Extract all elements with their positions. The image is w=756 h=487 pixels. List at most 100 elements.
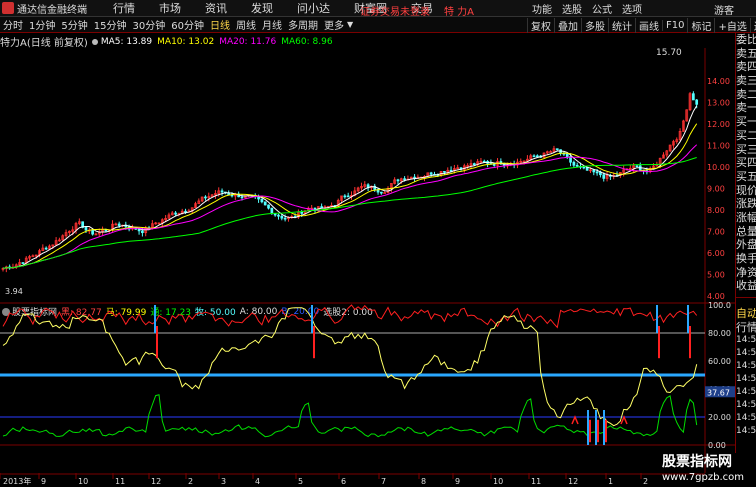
up-arrow-icon <box>571 415 579 425</box>
side-quote[interactable]: 行情 <box>736 321 756 335</box>
side-ask2: 卖二 <box>736 87 756 101</box>
tick-time: 14:56 <box>736 348 756 359</box>
tick-time: 14:56 <box>736 374 756 385</box>
candle-body <box>184 210 187 213</box>
menu-item-discover[interactable]: 发现 <box>239 0 285 16</box>
period-60min[interactable]: 60分钟 <box>168 17 207 32</box>
price-tick-label: 12.00 <box>707 120 730 129</box>
candle-body <box>91 229 94 235</box>
date-tick-label: 5 <box>298 477 303 486</box>
candle-body <box>84 227 88 231</box>
candle-body <box>260 198 264 203</box>
candle-body <box>21 262 25 264</box>
candle-body <box>380 191 383 194</box>
side-bid5: 买五 <box>736 169 756 183</box>
date-tick-label: 9 <box>41 477 46 486</box>
app-logo-icon <box>2 2 14 14</box>
toolbar-multi[interactable]: 多股 <box>581 17 608 33</box>
candle-body <box>44 247 48 250</box>
side-auto[interactable]: 自动 <box>736 307 756 321</box>
candle-body <box>403 178 406 181</box>
candle-body <box>280 215 284 219</box>
right-menu: 功能 选股 公式 选项 <box>532 0 642 17</box>
period-30min[interactable]: 30分钟 <box>129 17 168 32</box>
toolbar-watchlist[interactable]: +自选 <box>714 17 749 33</box>
candle-body <box>343 195 347 198</box>
date-tick-label: 10 <box>493 477 503 486</box>
toolbar-restore[interactable]: 复权 <box>527 17 554 33</box>
period-weekly[interactable]: 周线 <box>233 17 259 32</box>
indicator-green-line <box>2 394 698 438</box>
chevron-down-icon[interactable]: ▼ <box>347 20 353 29</box>
menu-item-formula[interactable]: 公式 <box>592 1 612 16</box>
date-tick-label: 11 <box>115 477 125 486</box>
period-multi[interactable]: 多周期 <box>285 17 321 32</box>
guest-label[interactable]: 游客 <box>714 2 734 17</box>
side-ask4: 卖四 <box>736 60 756 74</box>
side-bid4: 买四 <box>736 156 756 170</box>
menu-item-news[interactable]: 资讯 <box>193 0 239 16</box>
period-5min[interactable]: 5分钟 <box>58 17 90 32</box>
price-tick-label: 4.00 <box>707 292 725 301</box>
period-more[interactable]: 更多 <box>321 17 347 32</box>
candle-body <box>635 165 639 168</box>
side-outer-vol: 外盘 <box>736 238 756 252</box>
indicator-tick-label: 0.00 <box>708 441 726 450</box>
period-monthly[interactable]: 月线 <box>259 17 285 32</box>
date-tick-label: 2 <box>188 477 193 486</box>
price-tick-label: 7.00 <box>707 228 725 237</box>
date-tick-label: 6 <box>341 477 346 486</box>
menu-item-select[interactable]: 选股 <box>562 1 582 16</box>
side-change-pct: 涨幅 <box>736 210 756 224</box>
toolbar-overlay[interactable]: 叠加 <box>554 17 581 33</box>
side-bid1: 买一 <box>736 115 756 129</box>
candle-body <box>582 166 586 169</box>
candle-body <box>572 161 576 166</box>
candle-body <box>443 171 446 173</box>
indicator-red-line <box>2 304 698 329</box>
toolbar-f10[interactable]: F10 <box>662 19 687 31</box>
login-status[interactable]: 证券交易未登录 <box>360 3 430 18</box>
menu-item-quotes[interactable]: 行情 <box>101 0 147 16</box>
price-tick-label: 6.00 <box>707 249 725 258</box>
candle-body <box>555 148 559 151</box>
side-net-asset: 净资 <box>736 265 756 279</box>
tick-time: 14:56 <box>736 400 756 411</box>
date-tick-label: 7 <box>381 477 386 486</box>
candle-body <box>472 163 476 166</box>
side-change: 涨跌 <box>736 197 756 211</box>
date-tick-label: 11 <box>531 477 541 486</box>
candle-body <box>174 212 177 215</box>
period-15min[interactable]: 15分钟 <box>91 17 130 32</box>
price-tick-label: 8.00 <box>707 206 725 215</box>
toolbar-back[interactable]: 返回 <box>749 17 756 33</box>
toolbar-draw[interactable]: 画线 <box>635 17 662 33</box>
menu-item-ask[interactable]: 问小达 <box>285 0 342 16</box>
candle-body <box>692 93 695 101</box>
candle-body <box>141 230 144 234</box>
period-daily[interactable]: 日线 <box>207 17 233 32</box>
candle-body <box>267 204 270 209</box>
app-title: 通达信金融终端 <box>17 4 87 16</box>
candle-body <box>396 179 400 182</box>
toolbar-stats[interactable]: 统计 <box>608 17 635 33</box>
price-tick-label: 10.00 <box>707 163 730 172</box>
side-ask1: 卖一 <box>736 101 756 115</box>
kline-chart[interactable]: 14.0013.0012.0011.0010.009.008.007.006.0… <box>0 33 735 487</box>
price-tick-label: 13.00 <box>707 99 730 108</box>
candle-body <box>595 171 599 174</box>
chart-toolbar: 复权 叠加 多股 统计 画线 F10 标记 +自选 返回 <box>527 17 756 33</box>
side-eps: 收益 <box>736 279 756 293</box>
side-price: 现价 <box>736 183 756 197</box>
menu-item-options[interactable]: 选项 <box>622 1 642 16</box>
period-intraday[interactable]: 分时 <box>0 17 26 32</box>
tick-time: 14:56 <box>736 361 756 372</box>
period-1min[interactable]: 1分钟 <box>26 17 58 32</box>
date-tick-label: 12 <box>568 477 578 486</box>
toolbar-mark[interactable]: 标记 <box>687 17 714 33</box>
candle-body <box>565 153 569 157</box>
candle-body <box>300 211 304 214</box>
candle-body <box>429 172 433 175</box>
menu-item-function[interactable]: 功能 <box>532 1 552 16</box>
menu-item-market[interactable]: 市场 <box>147 0 193 16</box>
